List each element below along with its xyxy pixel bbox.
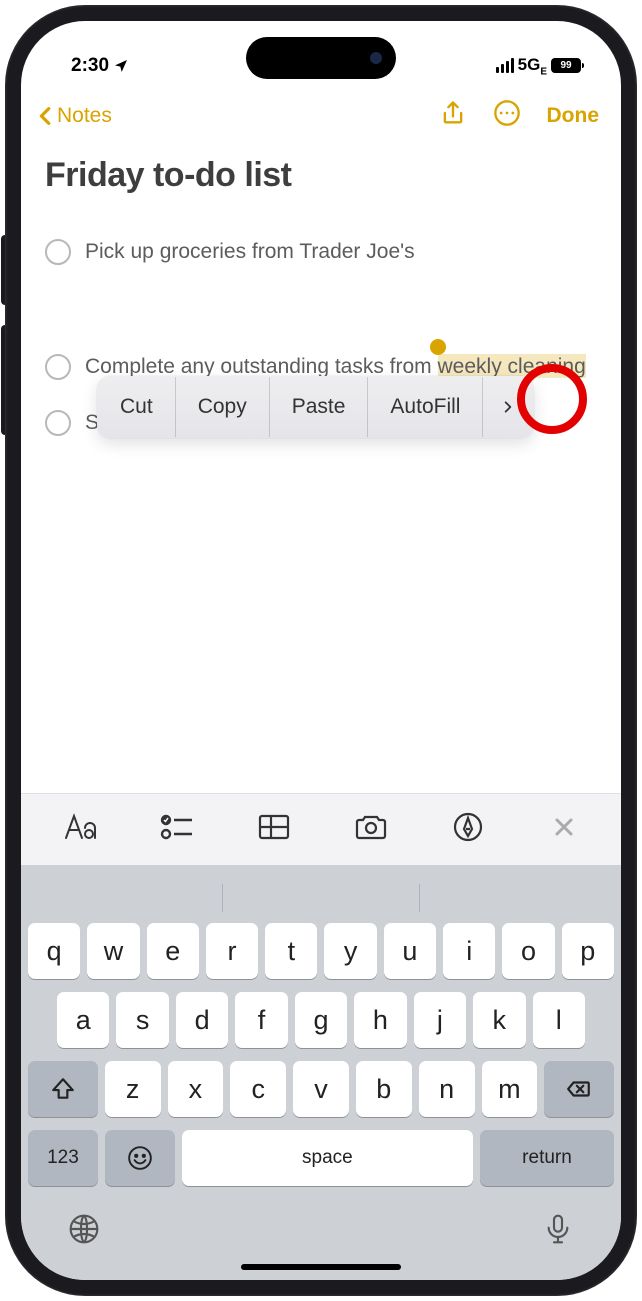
chevron-right-icon	[501, 397, 515, 417]
key-n[interactable]: n	[419, 1061, 475, 1117]
location-services-icon	[113, 58, 129, 74]
note-title[interactable]: Friday to-do list	[45, 156, 597, 195]
text-format-icon	[63, 812, 97, 842]
candidate-row	[26, 873, 616, 923]
numbers-key[interactable]: 123	[28, 1130, 98, 1186]
camera-icon	[354, 812, 388, 842]
key-z[interactable]: z	[105, 1061, 161, 1117]
key-d[interactable]: d	[176, 992, 228, 1048]
key-w[interactable]: w	[87, 923, 139, 979]
delete-icon	[566, 1076, 592, 1102]
key-l[interactable]: l	[533, 992, 585, 1048]
network-label: 5GE	[518, 55, 547, 77]
key-o[interactable]: o	[502, 923, 554, 979]
dictation-button[interactable]	[542, 1213, 574, 1250]
key-p[interactable]: p	[562, 923, 614, 979]
key-r[interactable]: r	[206, 923, 258, 979]
key-b[interactable]: b	[356, 1061, 412, 1117]
key-row-2: a s d f g h j k l	[26, 992, 616, 1048]
key-k[interactable]: k	[473, 992, 525, 1048]
shift-key[interactable]	[28, 1061, 98, 1117]
checklist-button[interactable]	[150, 808, 204, 851]
more-button[interactable]	[493, 99, 521, 132]
key-m[interactable]: m	[482, 1061, 538, 1117]
key-t[interactable]: t	[265, 923, 317, 979]
paste-menu-item[interactable]: Paste	[270, 377, 369, 437]
share-button[interactable]	[439, 99, 467, 132]
key-s[interactable]: s	[116, 992, 168, 1048]
home-indicator[interactable]	[241, 1264, 401, 1270]
nav-bar: Notes Done	[21, 81, 621, 146]
status-right: 5GE 99	[496, 55, 581, 77]
globe-icon	[68, 1213, 100, 1245]
todo-text-pre: Complete any outstanding tasks from	[85, 355, 438, 378]
status-left: 2:30	[71, 55, 129, 77]
cut-menu-item[interactable]: Cut	[98, 377, 176, 437]
space-key[interactable]: space	[182, 1130, 473, 1186]
pen-circle-icon	[451, 812, 485, 842]
format-button[interactable]	[53, 808, 107, 851]
dynamic-island	[246, 37, 396, 79]
key-row-3: z x c v b n m	[26, 1061, 616, 1117]
copy-menu-item[interactable]: Copy	[176, 377, 270, 437]
todo-item[interactable]: Pick up groceries from Trader Joe's	[45, 237, 597, 266]
close-toolbar-button[interactable]	[538, 813, 590, 847]
screen: 2:30 5GE 99 Notes Done	[21, 21, 621, 1280]
checkbox[interactable]	[45, 239, 71, 265]
mic-icon	[542, 1213, 574, 1245]
return-key[interactable]: return	[480, 1130, 614, 1186]
annotation-circle	[517, 364, 587, 434]
status-time: 2:30	[71, 55, 109, 77]
globe-button[interactable]	[68, 1213, 100, 1250]
key-h[interactable]: h	[354, 992, 406, 1048]
battery-icon: 99	[551, 58, 581, 73]
close-icon	[552, 815, 576, 839]
todo-text[interactable]: Pick up groceries from Trader Joe's	[85, 237, 597, 266]
done-button[interactable]: Done	[547, 104, 600, 128]
autofill-menu-item[interactable]: AutoFill	[368, 377, 483, 437]
emoji-key[interactable]	[105, 1130, 175, 1186]
checkbox[interactable]	[45, 354, 71, 380]
key-x[interactable]: x	[168, 1061, 224, 1117]
checklist-icon	[160, 812, 194, 842]
nav-right: Done	[439, 99, 600, 132]
keyboard: q w e r t y u i o p a s d f g h j k l	[21, 865, 621, 1280]
key-u[interactable]: u	[384, 923, 436, 979]
back-button[interactable]: Notes	[35, 101, 112, 131]
key-v[interactable]: v	[293, 1061, 349, 1117]
key-row-1: q w e r t y u i o p	[26, 923, 616, 979]
markup-button[interactable]	[441, 808, 495, 851]
key-q[interactable]: q	[28, 923, 80, 979]
share-icon	[439, 99, 467, 127]
key-e[interactable]: e	[147, 923, 199, 979]
key-j[interactable]: j	[414, 992, 466, 1048]
key-g[interactable]: g	[295, 992, 347, 1048]
chevron-left-icon	[35, 101, 57, 131]
table-icon	[257, 812, 291, 842]
camera-button[interactable]	[344, 808, 398, 851]
checkbox[interactable]	[45, 410, 71, 436]
phone-frame: 2:30 5GE 99 Notes Done	[5, 5, 637, 1296]
emoji-icon	[127, 1145, 153, 1171]
ellipsis-circle-icon	[493, 99, 521, 127]
key-a[interactable]: a	[57, 992, 109, 1048]
back-label: Notes	[57, 104, 112, 128]
keyboard-bottom	[26, 1199, 616, 1258]
context-menu: Cut Copy Paste AutoFill	[97, 376, 534, 438]
keyboard-toolbar	[21, 793, 621, 865]
key-c[interactable]: c	[230, 1061, 286, 1117]
shift-icon	[50, 1076, 76, 1102]
key-f[interactable]: f	[235, 992, 287, 1048]
key-i[interactable]: i	[443, 923, 495, 979]
delete-key[interactable]	[544, 1061, 614, 1117]
note-content[interactable]: Friday to-do list Pick up groceries from…	[21, 146, 621, 793]
table-button[interactable]	[247, 808, 301, 851]
cellular-signal-icon	[496, 58, 514, 73]
key-row-4: 123 space return	[26, 1130, 616, 1186]
key-y[interactable]: y	[324, 923, 376, 979]
